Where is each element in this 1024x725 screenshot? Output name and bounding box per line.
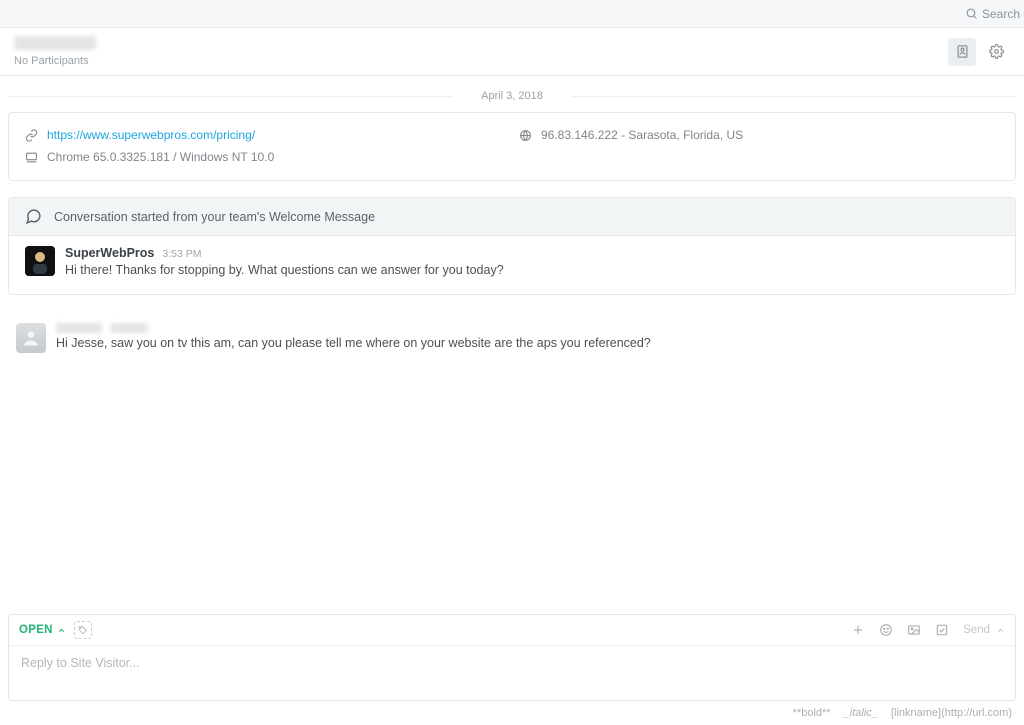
message-text: Hi there! Thanks for stopping by. What q… [65, 262, 999, 280]
message-author: SuperWebPros [65, 246, 154, 260]
avatar [16, 323, 46, 353]
conversation-title [14, 36, 948, 53]
contact-card-icon [955, 44, 970, 59]
add-attachment-button[interactable] [851, 623, 865, 637]
plus-icon [851, 623, 865, 637]
date-separator: April 3, 2018 [8, 90, 1016, 102]
monitor-icon [25, 151, 38, 164]
topbar: Search [0, 0, 1024, 28]
brand-avatar-icon [25, 246, 55, 276]
image-icon [907, 623, 921, 637]
visitor-info-card: https://www.superwebpros.com/pricing/ 96… [8, 112, 1016, 181]
conversation-header: No Participants [0, 28, 1024, 76]
person-icon [21, 328, 41, 348]
chevron-up-icon [57, 626, 66, 635]
globe-icon [519, 129, 532, 142]
chevron-up-icon [996, 626, 1005, 635]
link-icon [25, 129, 38, 142]
visitor-name [56, 323, 1016, 333]
hint-link: [linkname](http://url.com) [891, 707, 1012, 719]
hint-bold: **bold** [793, 707, 831, 719]
visitor-browser: Chrome 65.0.3325.181 / Windows NT 10.0 [47, 147, 274, 169]
details-panel-button[interactable] [948, 38, 976, 66]
search-label: Search [982, 7, 1020, 21]
add-tag-button[interactable] [74, 621, 92, 639]
send-button[interactable]: Send [963, 624, 1005, 636]
visitor-ip-location: 96.83.146.222 - Sarasota, Florida, US [541, 125, 743, 147]
avatar [25, 246, 55, 276]
formatting-hints: **bold** _italic_ [linkname](http://url.… [0, 705, 1024, 725]
image-button[interactable] [907, 623, 921, 637]
chat-bubble-icon [25, 208, 42, 225]
composer: OPEN Send Reply to [8, 614, 1016, 701]
checkbox-icon [935, 623, 949, 637]
reply-input[interactable]: Reply to Site Visitor... [9, 646, 1015, 700]
status-label: OPEN [19, 624, 53, 636]
settings-button[interactable] [982, 38, 1010, 66]
welcome-message: SuperWebPros 3:53 PM Hi there! Thanks fo… [9, 236, 1015, 294]
conversation-scroll[interactable]: April 3, 2018 https://www.superwebpros.c… [0, 76, 1024, 614]
conversation-start-block: Conversation started from your team's We… [8, 197, 1016, 295]
canned-response-button[interactable] [935, 623, 949, 637]
emoji-button[interactable] [879, 623, 893, 637]
hint-italic: _italic_ [844, 707, 878, 719]
search-icon [965, 7, 978, 20]
conversation-start-banner: Conversation started from your team's We… [54, 210, 375, 224]
global-search[interactable]: Search [965, 7, 1020, 21]
send-label: Send [963, 624, 990, 636]
message-time: 3:53 PM [162, 248, 201, 260]
gear-icon [989, 44, 1004, 59]
participants-line: No Participants [14, 55, 948, 67]
tag-icon [78, 625, 88, 635]
status-dropdown[interactable]: OPEN [19, 624, 66, 636]
message-text: Hi Jesse, saw you on tv this am, can you… [56, 335, 1016, 353]
smiley-icon [879, 623, 893, 637]
visitor-message: Hi Jesse, saw you on tv this am, can you… [8, 313, 1016, 363]
visitor-url[interactable]: https://www.superwebpros.com/pricing/ [47, 125, 255, 147]
